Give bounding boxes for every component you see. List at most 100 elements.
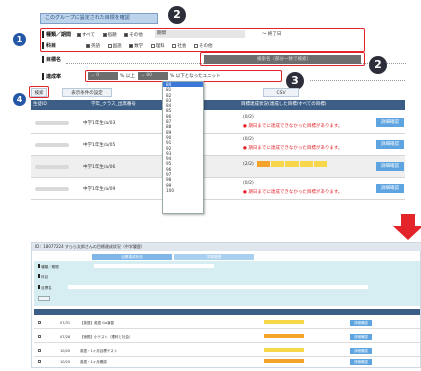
tab-target-status[interactable]: 目標達成状況 [92,254,172,260]
detail-date: 07/31 [60,321,71,325]
detail-button[interactable]: 詳細確認 [376,184,404,193]
detail-filter-area: 種類／期間 科目 目標名 [34,261,420,306]
row-progress: (2/2) [243,162,254,167]
table-header: 生徒ID 学年_クラス_出席番号 目標達成状況(達成した目標/すべての目標) [31,100,405,110]
detail-header: ID：18077224 すらら太郎さんの目標達成状況（中学履歴） [32,243,421,251]
row-class: 中学1年生/a/05 [83,143,116,148]
row-checkbox[interactable] [38,349,41,352]
detail-panel: ID：18077224 すらら太郎さんの目標達成状況（中学履歴） 目標達成状況 … [31,242,421,368]
callout-2-right: 2 [369,56,387,74]
rate-to-dropdown-list[interactable]: 80 81 82 83 84 85 86 87 88 89 90 91 92 93 94 95 96 97 98 99… [162,81,204,214]
subject-options: 英語 国語 数学 理科 社会 その他 [86,43,218,49]
detail-title: 【宿題】小テスト（理科と社会） [80,335,133,339]
table-row: 中学1年生/a/03 (0/2) ● 期日までに達成できなかった目標があります。… [31,112,405,134]
target-name-label: 目標名 [42,56,61,63]
period-start-input[interactable]: 期間 [155,30,245,38]
view-group-targets-button[interactable]: このグループに設定された目標を確認 [40,13,158,24]
display-condition-button[interactable]: 表示条件の設定 [62,88,112,97]
type-period-label: 種類／期間 [42,31,71,38]
progress-bar [257,161,328,167]
detail-row-button[interactable]: 詳細確認 [350,359,372,365]
subject-english[interactable]: 英語 [86,43,100,49]
search-button[interactable]: 検索 [31,88,47,97]
detail-button[interactable]: 詳細確認 [376,118,404,127]
student-id-blurred [35,165,69,169]
rate-to-select[interactable]: ⌄ 80 [138,72,168,80]
row-class: 中学1年生/a/06 [83,165,116,170]
row-progress: (0/2) [243,137,254,142]
rate-label: 達成率 [42,73,61,80]
subject-math[interactable]: 数学 [129,43,143,49]
subject-japanese[interactable]: 国語 [107,43,122,49]
detail-filter-target: 目標名 [38,285,52,291]
header-student-id[interactable]: 生徒ID [33,100,47,110]
detail-target-input[interactable] [68,285,368,289]
row-checkbox[interactable] [38,335,41,338]
detail-filter-subject: 科目 [38,274,48,280]
subject-science[interactable]: 理科 [150,43,165,49]
type-opt-other[interactable]: その他 [124,32,143,38]
rate-from-suffix: % 以上 [120,74,135,79]
detail-title: 【英語】英語 Go演習 [80,321,114,325]
target-name-input[interactable]: 検索名（部分一致で検索） [204,55,361,64]
dropdown-option[interactable]: 100 [163,188,203,193]
detail-filter-period[interactable] [94,264,214,268]
header-class[interactable]: 学年_クラス_出席番号 [91,100,136,110]
detail-progress [264,348,304,352]
detail-row: 10/20 英語・1ヶ月確認 詳細確認 [34,357,420,367]
detail-row: 07/28 【宿題】小テスト（理科と社会） 詳細確認 [34,331,420,343]
detail-title: 英語・1ヶ月確認 [80,360,107,364]
callout-1: 1 [13,33,26,46]
period-end-text[interactable]: 〜 終了日 [262,31,281,37]
row-warning: ● 期日までに達成できなかった目標があります。 [243,190,343,195]
row-class: 中学1年生/a/03 [83,121,116,126]
detail-filter-type: 種類／期間 [38,264,59,270]
subject-other[interactable]: その他 [193,43,212,49]
table-row: 中学1年生/a/06 (2/2) 詳細確認 [31,156,405,178]
student-id-blurred [35,187,69,191]
subject-label: 科目 [42,42,56,49]
row-checkbox[interactable] [38,360,41,363]
table-row: 中学1年生/a/09 (0/2) ● 期日までに達成できなかった目標があります。… [31,178,405,200]
tab-learning-history[interactable]: 学習履歴 [174,254,254,260]
callout-2-top: 2 [168,6,186,24]
detail-table-header [34,309,420,315]
detail-row: 07/31 【英語】英語 Go演習 詳細確認 [34,317,420,329]
subject-social[interactable]: 社会 [172,43,186,49]
detail-title: 英語・1ヶ月目標テスト [80,349,118,353]
row-class: 中学1年生/a/09 [83,187,116,192]
student-id-blurred [35,143,69,147]
row-warning: ● 期日までに達成できなかった目標があります。 [243,124,343,129]
type-opt-all[interactable]: すべて [77,32,95,38]
student-id-blurred [35,121,69,125]
type-opt-homework[interactable]: 宿題 [102,32,117,38]
detail-button[interactable]: 詳細確認 [376,140,404,149]
header-progress[interactable]: 目標達成状況(達成した目標/すべての目標) [241,100,327,110]
detail-date: 10/20 [60,360,71,364]
detail-row-button[interactable]: 詳細確認 [350,334,372,340]
rate-to-suffix: % 以下となったユニット [170,74,221,79]
csv-button[interactable]: CSV [263,88,299,97]
detail-date: 10/20 [60,349,71,353]
detail-date: 07/28 [60,335,71,339]
down-arrow-icon [401,214,415,226]
row-progress: (0/2) [243,181,254,186]
detail-progress [264,334,304,338]
row-progress: (0/2) [243,115,254,120]
detail-progress [264,320,304,324]
rate-from-select[interactable]: ⌄ 0 [88,72,118,80]
type-options: すべて 宿題 その他 [77,32,149,38]
detail-button[interactable]: 詳細確認 [376,162,404,171]
callout-4: 4 [13,93,26,106]
dropdown-options: 80 81 82 83 84 85 86 87 88 89 90 91 92 93 94 95 96 97 98 99… [163,82,203,193]
table-row: 中学1年生/a/05 (0/2) ● 期日までに達成できなかった目標があります。… [31,134,405,156]
detail-progress [264,359,304,363]
row-warning: ● 期日までに達成できなかった目標があります。 [243,146,343,151]
detail-search-button[interactable] [38,296,50,301]
detail-row: 10/20 英語・1ヶ月目標テスト 詳細確認 [34,345,420,357]
divider-dotted-2 [310,80,405,81]
row-checkbox[interactable] [38,321,41,324]
down-arrow-head [393,226,421,240]
detail-row-button[interactable]: 詳細確認 [350,320,372,326]
detail-row-button[interactable]: 詳細確認 [350,348,372,354]
